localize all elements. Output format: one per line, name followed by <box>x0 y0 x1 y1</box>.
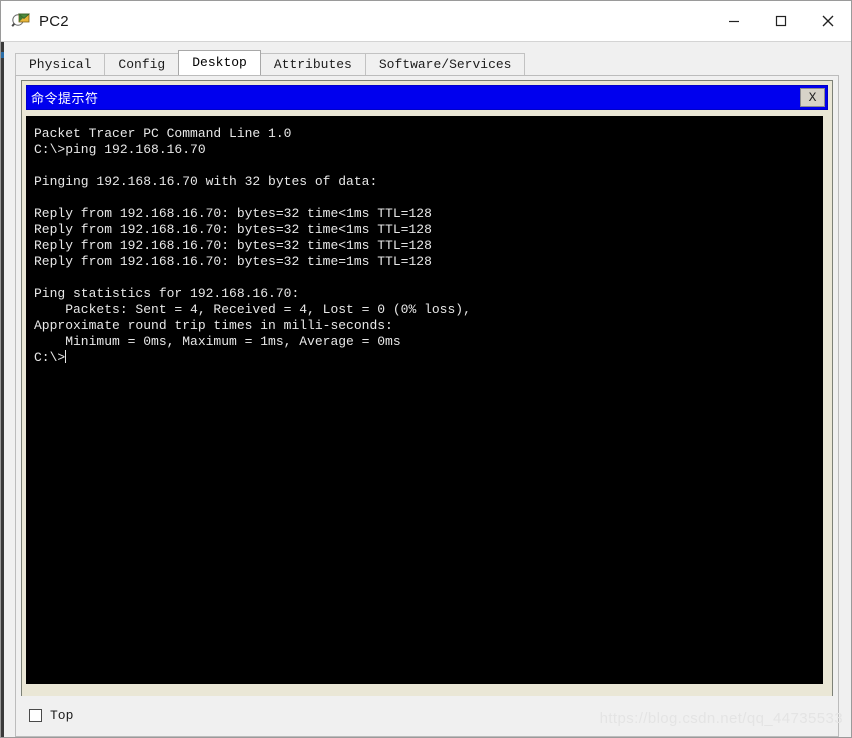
left-edge-rail <box>1 42 4 737</box>
close-icon <box>822 15 833 27</box>
command-prompt-window: 命令提示符 X Packet Tracer PC Command Line 1.… <box>26 85 828 687</box>
tab-physical[interactable]: Physical <box>15 53 106 75</box>
terminal-prompt: C:\> <box>34 350 66 365</box>
top-checkbox[interactable] <box>29 709 42 722</box>
window-body: Physical Config Desktop Attributes Softw… <box>1 41 851 737</box>
top-checkbox-label: Top <box>50 708 74 723</box>
top-checkbox-row[interactable]: Top <box>29 708 73 723</box>
tab-software-services[interactable]: Software/Services <box>364 53 526 75</box>
minimize-button[interactable] <box>710 1 757 41</box>
maximize-button[interactable] <box>757 1 804 41</box>
window-controls <box>710 1 851 41</box>
window-title-bar: PC2 <box>1 1 851 41</box>
text-caret <box>65 350 67 363</box>
command-prompt-title: 命令提示符 <box>31 92 99 107</box>
desktop-tab-panel: 命令提示符 X Packet Tracer PC Command Line 1.… <box>15 75 839 737</box>
application-frame: 命令提示符 X Packet Tracer PC Command Line 1.… <box>21 80 833 732</box>
close-button[interactable] <box>804 1 851 41</box>
tab-config[interactable]: Config <box>104 53 180 75</box>
terminal-text: Packet Tracer PC Command Line 1.0 C:\>pi… <box>34 126 471 349</box>
command-prompt-close-button[interactable]: X <box>800 88 825 107</box>
maximize-icon <box>775 15 786 27</box>
command-prompt-titlebar: 命令提示符 X <box>26 85 828 110</box>
tab-attributes[interactable]: Attributes <box>259 53 366 75</box>
page-title: PC2 <box>39 12 69 30</box>
terminal-prompt-line: C:\> <box>26 350 823 366</box>
minimize-icon <box>728 20 739 23</box>
pc2-device-window: PC2 Physical Config Desktop Attributes S… <box>0 0 852 738</box>
tab-desktop[interactable]: Desktop <box>178 50 261 75</box>
terminal-output-area[interactable]: Packet Tracer PC Command Line 1.0 C:\>pi… <box>26 116 823 684</box>
panel-bottom-bar: Top <box>17 696 837 735</box>
packet-tracer-pc-icon <box>11 11 31 31</box>
left-rail-accent <box>1 52 4 58</box>
device-tab-bar: Physical Config Desktop Attributes Softw… <box>15 50 526 75</box>
